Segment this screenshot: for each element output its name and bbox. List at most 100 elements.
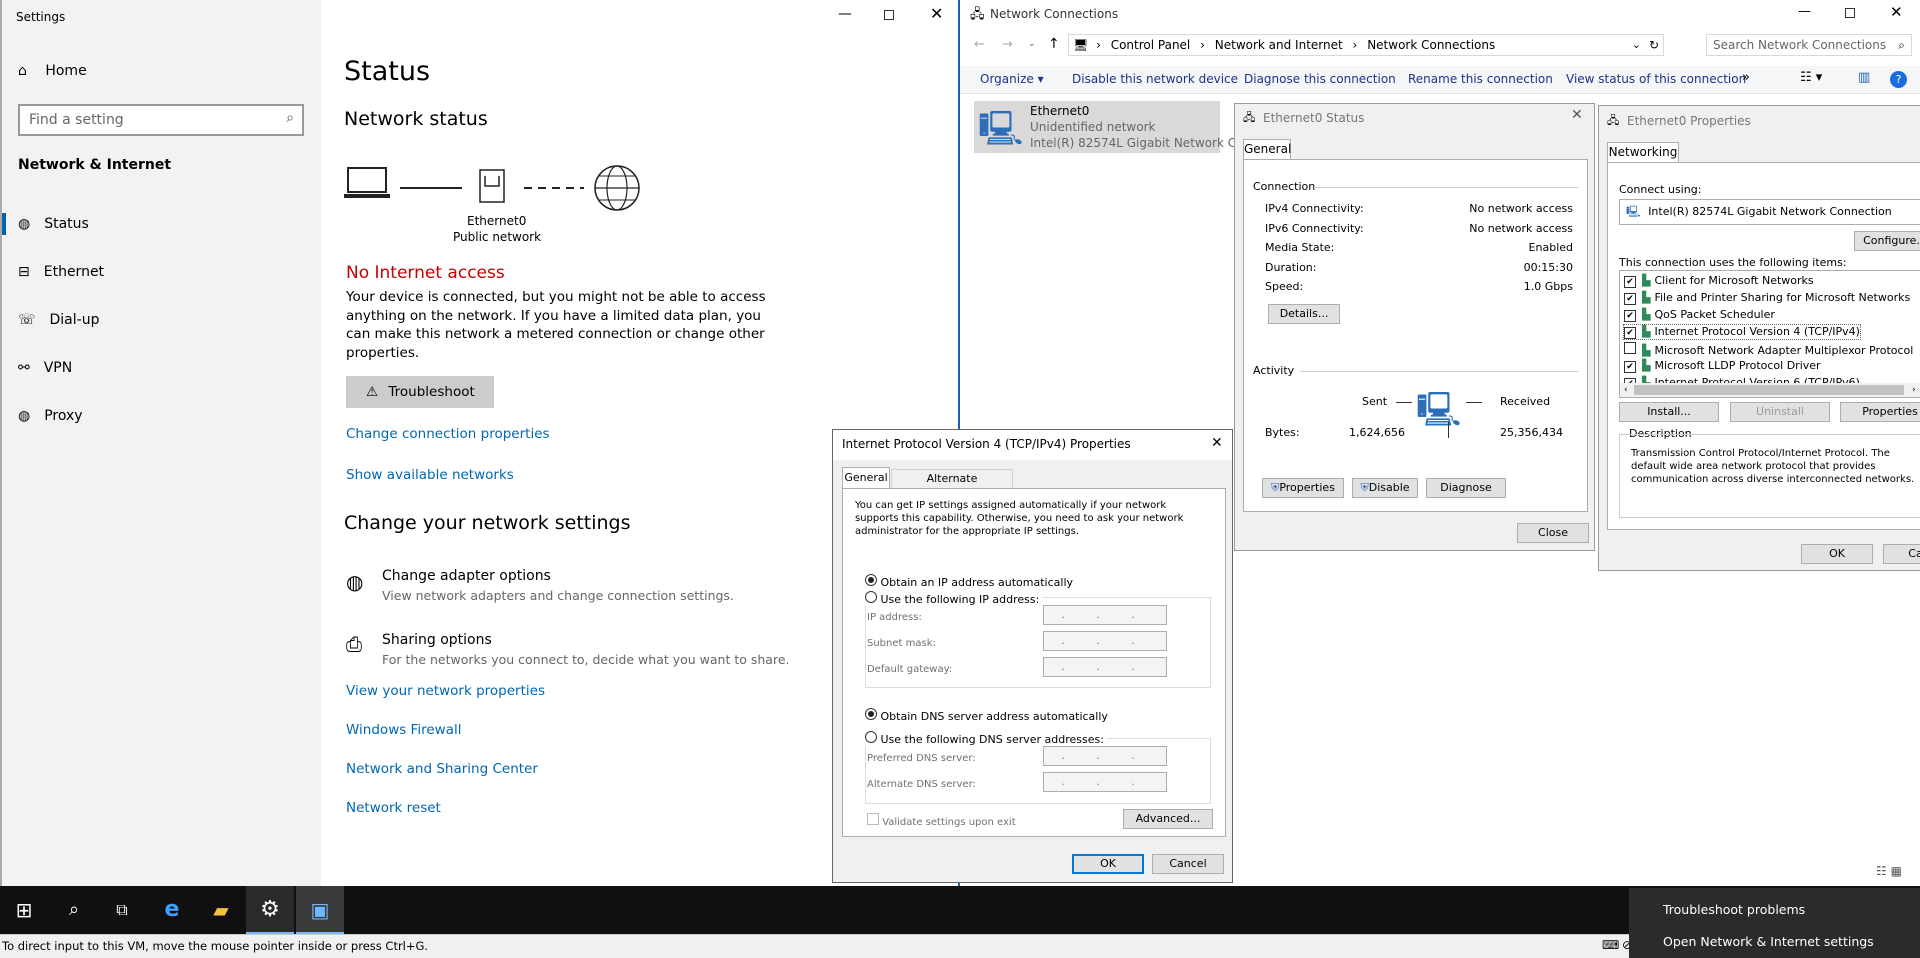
status-disable-button[interactable]: ⛨Disable xyxy=(1352,478,1418,498)
minimize-button[interactable]: — xyxy=(1798,4,1811,19)
adapter-ethernet0[interactable]: 🖳 Ethernet0 Unidentified network Intel(R… xyxy=(974,101,1248,153)
network-connections-taskbar-icon[interactable]: ▣ xyxy=(296,886,344,934)
rename-button[interactable]: Rename this connection xyxy=(1408,72,1553,86)
item-properties-button[interactable]: Properties xyxy=(1840,402,1920,422)
menu-item-open-settings[interactable]: Open Network & Internet settings xyxy=(1663,934,1874,949)
auto-dns-radio[interactable]: Obtain DNS server address automatically xyxy=(865,708,1108,723)
details-view-icon[interactable]: ☷ ▦ xyxy=(1876,864,1902,878)
scroll-right-icon[interactable]: › xyxy=(1912,383,1916,397)
search-box[interactable]: Search Network Connections ⌕ xyxy=(1706,34,1912,56)
show-available-networks-link[interactable]: Show available networks xyxy=(346,467,514,483)
validate-checkbox[interactable]: Validate settings upon exit xyxy=(867,813,1016,828)
change-adapter-options[interactable]: ◍ Change adapter options View network ad… xyxy=(346,566,786,606)
ip-address-field[interactable]: . . . xyxy=(1043,605,1167,625)
sidebar-item-dialup[interactable]: ☏ Dial-up xyxy=(18,312,99,328)
settings-search[interactable]: Find a setting ⌕ xyxy=(18,104,304,136)
ipv4-ok-button[interactable]: OK xyxy=(1072,854,1144,874)
horizontal-scrollbar[interactable]: ‹ › xyxy=(1620,383,1920,397)
diagnose-button[interactable]: Diagnose this connection xyxy=(1244,72,1396,86)
start-button[interactable]: ⊞ xyxy=(6,894,42,926)
address-dropdown-icon[interactable]: ⌄ xyxy=(1632,35,1641,55)
component-item[interactable]: ✔ ▙ Microsoft LLDP Protocol Driver xyxy=(1624,359,1821,373)
scroll-left-icon[interactable]: ‹ xyxy=(1624,385,1628,395)
install-button[interactable]: Install... xyxy=(1619,402,1719,422)
component-checkbox[interactable]: ✔ xyxy=(1624,327,1636,339)
alternate-dns-field[interactable]: . . . xyxy=(1043,772,1167,792)
component-checkbox[interactable] xyxy=(1624,342,1636,354)
menu-item-troubleshoot[interactable]: Troubleshoot problems xyxy=(1663,902,1805,917)
settings-taskbar-icon[interactable]: ⚙ xyxy=(246,886,294,934)
troubleshoot-button[interactable]: ⚠ Troubleshoot xyxy=(346,376,494,408)
breadcrumb-control-panel[interactable]: Control Panel xyxy=(1111,38,1191,52)
component-checkbox[interactable]: ✔ xyxy=(1624,293,1636,305)
advanced-button[interactable]: Advanced... xyxy=(1123,809,1213,829)
more-commands-button[interactable]: » xyxy=(1742,70,1750,85)
maximize-button[interactable] xyxy=(1845,8,1855,18)
address-bar[interactable]: 🖥 › Control Panel › Network and Internet… xyxy=(1068,34,1664,56)
component-item[interactable]: ✔ ▙ Client for Microsoft Networks xyxy=(1624,274,1814,288)
status-close-button[interactable]: Close xyxy=(1517,523,1589,543)
up-button[interactable]: ↑ xyxy=(1048,36,1060,52)
view-status-button[interactable]: View status of this connection xyxy=(1566,72,1746,86)
task-view-icon[interactable]: ⧉ xyxy=(104,894,140,926)
props-cancel-button[interactable]: Can xyxy=(1883,544,1920,564)
ethernet-port-icon xyxy=(479,169,505,203)
tab-general[interactable]: General xyxy=(1243,139,1291,160)
sidebar-item-vpn[interactable]: ⚯ VPN xyxy=(18,360,72,376)
close-button[interactable]: ✕ xyxy=(1211,435,1223,451)
organize-menu[interactable]: Organize ▾ xyxy=(980,72,1044,86)
preview-pane-icon[interactable]: ▥ xyxy=(1858,70,1870,85)
breadcrumb-network-internet[interactable]: Network and Internet xyxy=(1215,38,1343,52)
component-item[interactable]: ▙ Microsoft Network Adapter Multiplexor P… xyxy=(1624,342,1913,357)
tab-networking[interactable]: Networking xyxy=(1607,142,1679,163)
file-explorer-icon[interactable]: ▰ xyxy=(203,894,239,926)
home-link[interactable]: ⌂ Home xyxy=(18,63,87,79)
minimize-button[interactable]: — xyxy=(838,6,852,22)
uninstall-button[interactable]: Uninstall xyxy=(1730,402,1830,422)
close-button[interactable]: ✕ xyxy=(1890,3,1903,21)
component-item[interactable]: ✔ ▙ File and Printer Sharing for Microsoft… xyxy=(1624,291,1910,305)
maximize-button[interactable] xyxy=(884,10,894,20)
scroll-thumb[interactable] xyxy=(1634,385,1904,395)
component-item[interactable]: ✔ ▙ Internet Protocol Version 4 (TCP/IPv4) xyxy=(1623,324,1861,340)
details-button[interactable]: Details... xyxy=(1268,304,1340,324)
tab-alternate-configuration[interactable]: Alternate Configuration xyxy=(891,469,1013,503)
network-sharing-center-link[interactable]: Network and Sharing Center xyxy=(346,761,538,777)
disable-device-button[interactable]: Disable this network device xyxy=(1072,72,1238,86)
recent-dropdown[interactable]: ⌄ xyxy=(1028,39,1036,49)
preferred-dns-field[interactable]: . . . xyxy=(1043,746,1167,766)
back-button[interactable]: ← xyxy=(974,37,985,52)
manual-dns-radio[interactable]: Use the following DNS server addresses: xyxy=(865,731,1107,746)
sidebar-item-status[interactable]: ◍ Status xyxy=(18,216,89,232)
component-checkbox[interactable]: ✔ xyxy=(1624,310,1636,322)
configure-button[interactable]: Configure... xyxy=(1854,231,1920,251)
windows-firewall-link[interactable]: Windows Firewall xyxy=(346,722,461,738)
sidebar-item-proxy[interactable]: ◍ Proxy xyxy=(18,408,83,424)
manual-ip-radio[interactable]: Use the following IP address: xyxy=(865,591,1043,606)
breadcrumb-network-connections[interactable]: Network Connections xyxy=(1367,38,1495,52)
tab-general[interactable]: General xyxy=(842,467,890,489)
change-connection-properties-link[interactable]: Change connection properties xyxy=(346,426,550,442)
forward-button[interactable]: → xyxy=(1002,37,1013,52)
default-gateway-field[interactable]: . . . xyxy=(1043,657,1167,677)
subnet-mask-field[interactable]: . . . xyxy=(1043,631,1167,651)
component-item[interactable]: ✔ ▙ QoS Packet Scheduler xyxy=(1624,308,1775,322)
props-ok-button[interactable]: OK xyxy=(1801,544,1873,564)
network-reset-link[interactable]: Network reset xyxy=(346,800,441,816)
auto-ip-radio[interactable]: Obtain an IP address automatically xyxy=(865,574,1073,589)
sharing-options[interactable]: ⎙ Sharing options For the networks you c… xyxy=(346,628,790,668)
component-checkbox[interactable]: ✔ xyxy=(1624,276,1636,288)
help-icon[interactable]: ? xyxy=(1890,71,1907,88)
refresh-icon[interactable]: ↻ xyxy=(1649,35,1659,55)
status-diagnose-button[interactable]: Diagnose xyxy=(1426,478,1506,498)
status-properties-button[interactable]: ⛨Properties xyxy=(1262,478,1344,498)
search-icon[interactable]: ⌕ xyxy=(56,894,92,926)
sidebar-item-ethernet[interactable]: ⊟ Ethernet xyxy=(18,264,104,280)
edge-icon[interactable]: e xyxy=(154,894,190,926)
close-button[interactable]: ✕ xyxy=(930,4,943,23)
view-options-icon[interactable]: ☷ ▾ xyxy=(1800,70,1822,85)
view-network-properties-link[interactable]: View your network properties xyxy=(346,683,545,699)
close-button[interactable]: ✕ xyxy=(1571,107,1583,123)
ipv4-cancel-button[interactable]: Cancel xyxy=(1152,854,1224,874)
component-checkbox[interactable]: ✔ xyxy=(1624,361,1636,373)
